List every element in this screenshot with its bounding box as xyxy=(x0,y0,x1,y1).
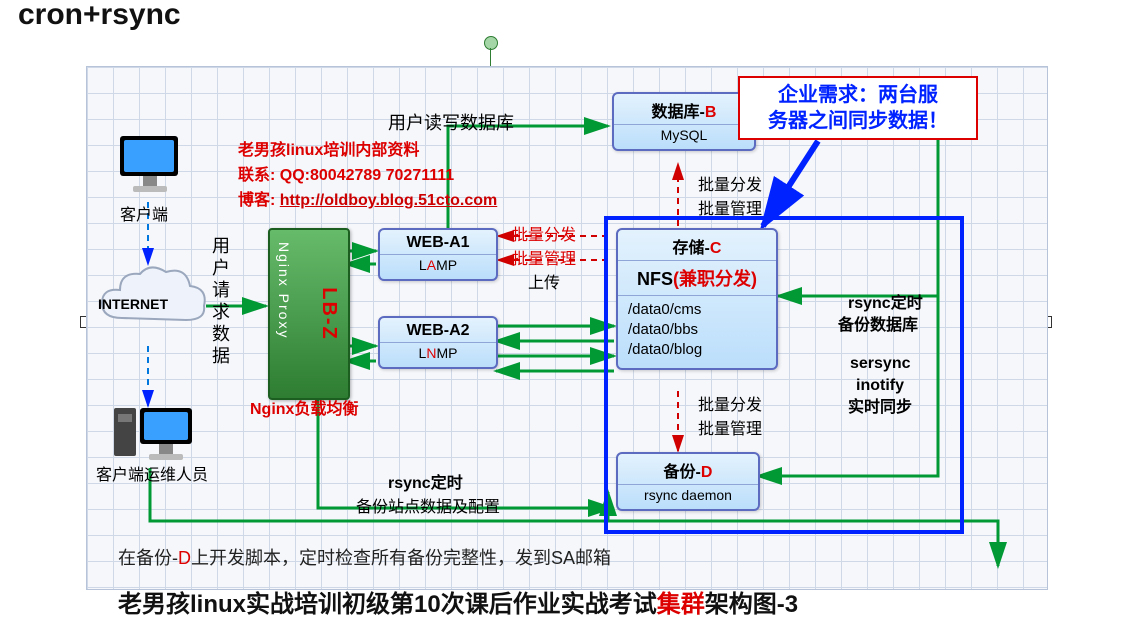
footer-note-c: 上开发脚本，定时检查所有备份完整性，发到SA邮箱 xyxy=(191,548,611,568)
footer-note: 在备份-D上开发脚本，定时检查所有备份完整性，发到SA邮箱 xyxy=(118,544,611,570)
rotation-stem xyxy=(490,48,491,66)
diagram-title-a: 老男孩linux实战培训初级第10次课后作业实战考试 xyxy=(118,591,657,618)
batch-dist-web-label: 批量分发 xyxy=(512,226,576,246)
diagram-canvas: 客户端 INTERNET 用户请求数据 客户端运维人员 老男孩linux培训内部… xyxy=(18,36,1106,622)
db-box: 数据库-B MySQL xyxy=(612,92,756,151)
nginx-proxy-label: Nginx Proxy xyxy=(276,242,292,339)
page-title: cron+rsync xyxy=(18,0,181,32)
db-name: 数据库- xyxy=(652,104,705,121)
stack-pre: L xyxy=(419,257,427,273)
stack-mid: A xyxy=(427,257,436,273)
stack-post: MP xyxy=(436,257,457,273)
contact-line1: 老男孩linux培训内部资料 xyxy=(238,141,419,161)
nginx-lb-box: Nginx Proxy LB-Z xyxy=(268,228,350,400)
contact-qq: 80042789 70271111 xyxy=(310,167,454,184)
blog-prefix: 博客: xyxy=(238,192,280,209)
requirement-callout: 企业需求：两台服 务器之间同步数据！ xyxy=(738,76,978,140)
ops-computer-icon xyxy=(114,408,198,460)
ops-client-label: 客户端运维人员 xyxy=(96,466,208,486)
web-a1-name: WEB-A1 xyxy=(406,234,469,251)
corner-marker xyxy=(999,0,1119,10)
contact-line2: 联系: QQ:80042789 70271111 xyxy=(238,166,454,186)
diagram-title-c: 架构图-3 xyxy=(705,591,798,618)
client-computer-icon xyxy=(120,136,180,192)
db-name-letter: B xyxy=(705,104,717,121)
sync-scope-rect xyxy=(604,216,964,534)
rotation-handle[interactable] xyxy=(484,36,498,50)
diagram-title: 老男孩linux实战培训初级第10次课后作业实战考试集群架构图-3 xyxy=(118,584,798,619)
stack-post: MP xyxy=(436,345,457,361)
diagram-title-b: 集群 xyxy=(657,591,705,618)
stack-mid: N xyxy=(426,345,436,361)
contact-line3: 博客: http://oldboy.blog.51cto.com xyxy=(238,191,497,211)
db-engine: MySQL xyxy=(614,124,754,149)
client-label: 客户端 xyxy=(120,206,168,226)
contact-prefix: 联系: QQ: xyxy=(238,167,310,184)
batch-dist-db-label: 批量分发 xyxy=(698,176,762,196)
callout-line1: 企业需求：两台服 xyxy=(746,82,970,108)
upload-label: 上传 xyxy=(528,274,560,294)
user-request-text: 用户请求数据 xyxy=(210,236,230,368)
nginx-lbz-label: LB-Z xyxy=(317,287,340,341)
blog-url[interactable]: http://oldboy.blog.51cto.com xyxy=(280,192,497,209)
footer-note-b: D xyxy=(178,548,191,568)
backup-site-cfg-label: 备份站点数据及配置 xyxy=(356,498,500,518)
nginx-balance-label: Nginx负载均衡 xyxy=(250,400,358,420)
batch-mgmt-web-label: 批量管理 xyxy=(512,250,576,270)
web-a2-box: WEB-A2 LNMP xyxy=(378,316,498,369)
rsync-timed-label: rsync定时 xyxy=(388,474,463,494)
footer-note-a: 在备份- xyxy=(118,548,178,568)
web-a1-box: WEB-A1 LAMP xyxy=(378,228,498,281)
callout-line2: 务器之间同步数据！ xyxy=(746,108,970,134)
user-rw-db-label: 用户读写数据库 xyxy=(388,113,514,133)
internet-label: INTERNET xyxy=(98,294,168,314)
web-a2-name: WEB-A2 xyxy=(406,322,469,339)
